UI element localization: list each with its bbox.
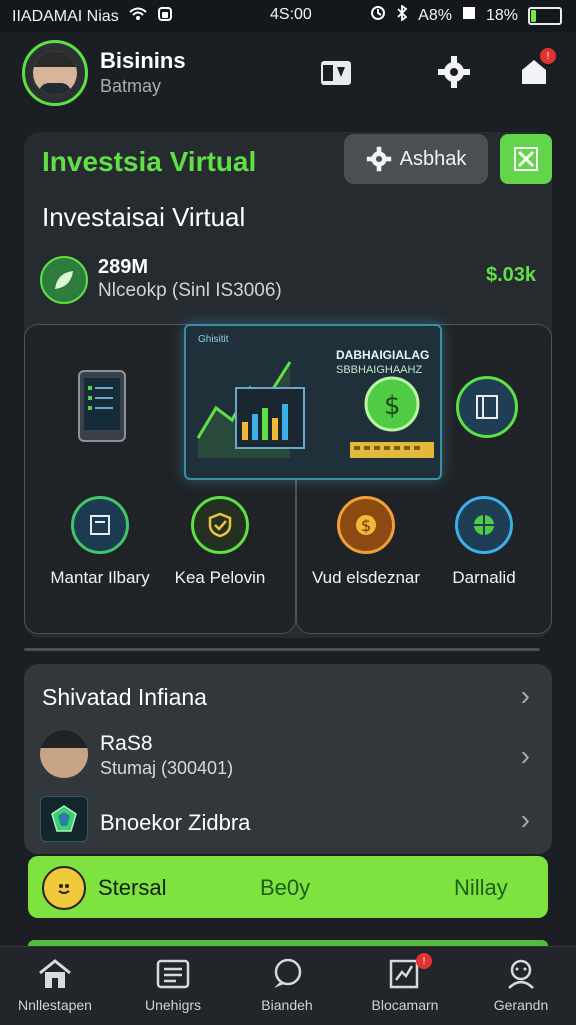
feature-vud[interactable]: $ Vud elsdeznar xyxy=(306,496,426,588)
gem-name[interactable]: Bnoekor Zidbra xyxy=(100,810,250,836)
bluetooth-icon xyxy=(396,4,408,26)
gear-icon xyxy=(438,56,470,88)
status-right: A8% 18% xyxy=(370,4,562,26)
home-icon xyxy=(0,957,110,991)
feature-kea[interactable]: Kea Pelovin xyxy=(160,496,280,588)
list-title[interactable]: Shivatad Infiana xyxy=(42,684,207,711)
close-icon xyxy=(514,147,538,171)
globe-icon xyxy=(455,496,513,554)
avatar-image xyxy=(33,51,77,95)
feature-darnalid[interactable]: Darnalid xyxy=(424,496,544,588)
signal-icon xyxy=(462,6,476,25)
nav-label: Blocamarn xyxy=(371,997,439,1013)
list-icon xyxy=(118,957,228,991)
chevron-right-icon[interactable]: › xyxy=(521,740,530,772)
section-divider xyxy=(24,648,540,651)
signal-text: A8% xyxy=(418,6,452,24)
chart-icon: ! xyxy=(350,953,460,991)
nav-label: Unehigrs xyxy=(144,997,202,1013)
nav-label: Gerandn xyxy=(493,997,549,1013)
user-name: Bisinins xyxy=(100,48,186,73)
notification-badge: ! xyxy=(540,48,556,64)
wallet-button[interactable] xyxy=(318,54,354,90)
user-subtitle: Batmay xyxy=(100,76,162,96)
alarm-icon xyxy=(370,5,386,26)
hero-label-a: DABHAIGIALAG xyxy=(336,348,430,362)
asset-change: $.03k xyxy=(486,264,537,286)
carrier-label: IIADAMAI Nias xyxy=(12,7,119,25)
leaf-icon xyxy=(40,256,88,304)
feature-label: Kea Pelovin xyxy=(174,568,266,587)
nav-item-chat[interactable]: Biandeh xyxy=(232,957,342,1013)
nav-badge: ! xyxy=(416,953,432,969)
hero-dashboard-illustration: Ghisitit DABHAIGIALAG SBBHAIGHAAHZ $ xyxy=(184,324,442,480)
settings-button[interactable] xyxy=(436,54,472,90)
asset-value: 289M xyxy=(98,256,149,278)
feature-label: Mantar Ilbary xyxy=(50,568,150,587)
document-icon xyxy=(71,496,129,554)
chevron-right-icon[interactable]: › xyxy=(521,804,530,836)
nav-item-home[interactable]: Nnllestapen xyxy=(0,957,110,1013)
gear-icon xyxy=(366,146,391,172)
headphone-icon xyxy=(157,6,173,27)
nav-label: Biandeh xyxy=(261,997,313,1013)
action-start[interactable]: Stersal xyxy=(98,875,166,901)
bottom-nav: Nnllestapen Unehigrs Biandeh ! Blocamarn… xyxy=(0,946,576,1025)
nav-item-chart[interactable]: ! Blocamarn xyxy=(350,953,460,1013)
card-subtitle: Investaisai Virtual xyxy=(42,202,246,232)
status-bar: IIADAMAI Nias 4S:00 A8% 18% xyxy=(0,0,576,32)
profile-icon xyxy=(466,957,576,991)
smiley-icon xyxy=(42,866,86,910)
notification-button[interactable]: ! xyxy=(516,48,556,90)
wifi-icon xyxy=(129,7,147,26)
dollar-coin-icon: $ xyxy=(350,376,434,458)
info-list-card: Shivatad Infiana › RaS8 Stumaj (300401) … xyxy=(24,664,552,854)
svg-text:$: $ xyxy=(361,516,371,535)
growth-chart-icon xyxy=(196,361,305,458)
action-buy[interactable]: Be0y xyxy=(260,875,310,901)
investment-card: Investsia Virtual Asbhak Investaisai Vir… xyxy=(24,132,552,638)
gem-icon xyxy=(40,796,88,842)
person-avatar xyxy=(40,730,88,778)
status-time: 4S:00 xyxy=(270,6,312,23)
shield-check-icon xyxy=(191,496,249,554)
feature-mantar[interactable]: Mantar Ilbary xyxy=(40,496,160,588)
battery-fill xyxy=(531,9,537,22)
asset-note: Nlceokp (Sinl IS3006) xyxy=(98,280,282,301)
nav-item-profile[interactable]: Gerandn xyxy=(466,957,576,1013)
person-name[interactable]: RaS8 xyxy=(100,732,153,756)
battery-text: 18% xyxy=(485,6,518,24)
action-bar[interactable]: Stersal Be0y Nillay xyxy=(28,856,548,918)
nav-label: Nnllestapen xyxy=(18,997,92,1013)
person-sub: Stumaj (300401) xyxy=(100,758,234,778)
action-more[interactable]: Nillay xyxy=(454,875,508,901)
feature-label: Darnalid xyxy=(452,568,516,587)
app-header: Bisinins Batmay ! xyxy=(0,32,576,112)
close-button[interactable] xyxy=(500,134,552,184)
card-settings-label: Asbhak xyxy=(399,147,467,170)
profile-avatar[interactable] xyxy=(22,40,88,106)
chevron-right-icon[interactable]: › xyxy=(521,680,530,712)
status-left: IIADAMAI Nias xyxy=(12,6,173,27)
wallet-icon xyxy=(321,61,351,85)
nav-item-list[interactable]: Unehigrs xyxy=(118,957,228,1013)
hero-label-top: Ghisitit xyxy=(198,334,229,345)
coin-icon: $ xyxy=(337,496,395,554)
card-settings-button[interactable]: Asbhak xyxy=(344,134,488,184)
book-icon xyxy=(456,376,518,438)
battery-icon xyxy=(528,6,562,25)
chat-icon xyxy=(232,957,342,991)
phone-illustration xyxy=(78,370,126,447)
svg-text:$: $ xyxy=(384,391,401,421)
feature-label: Vud elsdeznar xyxy=(311,568,421,587)
card-title: Investsia Virtual xyxy=(42,146,257,177)
